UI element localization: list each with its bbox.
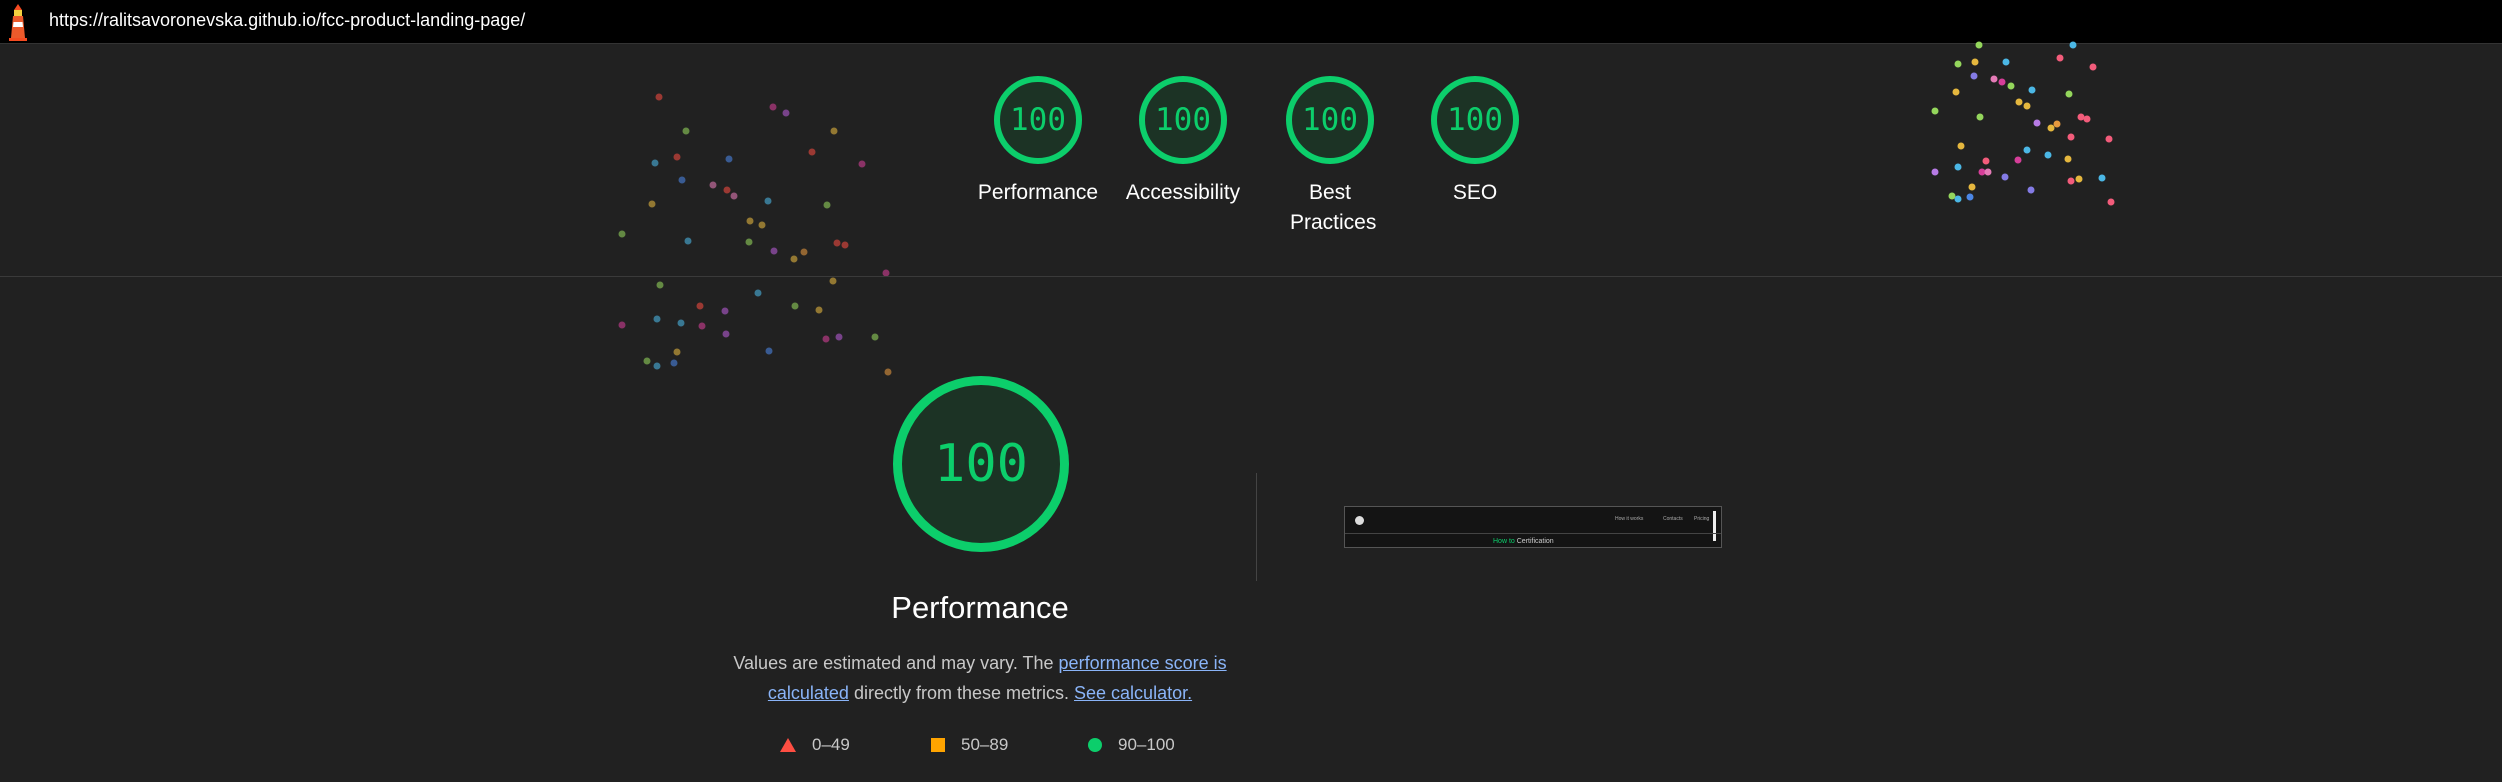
header-divider [0, 276, 2502, 277]
performance-score-gauge: 100 [893, 376, 1069, 552]
desc-text: directly from these metrics. [848, 683, 1075, 703]
legend-average: 50–89 [931, 735, 1008, 755]
gauge-label: Performance [977, 181, 1099, 204]
score-value: 100 [1302, 102, 1358, 138]
top-bar: https://ralitsavoronevska.github.io/fcc-… [0, 0, 2502, 44]
desc-text: Values are estimated and may vary. The [733, 653, 1059, 673]
thumb-scrollbar [1713, 511, 1716, 541]
score-ring: 100 [1286, 76, 1374, 164]
section-divider [1256, 473, 1257, 581]
site-logo-icon [1355, 516, 1364, 525]
confetti-decoration [618, 41, 2115, 376]
final-screenshot-thumbnail[interactable]: How it works Contacts Pricing How to Cer… [1344, 506, 1722, 548]
performance-score-value: 100 [934, 434, 1028, 494]
thumb-nav-item: Contacts [1663, 516, 1683, 522]
thumb-header-line [1345, 533, 1721, 534]
see-calculator-link[interactable]: See calculator. [1074, 683, 1192, 703]
legend-fail: 0–49 [780, 735, 850, 755]
page-url[interactable]: https://ralitsavoronevska.github.io/fcc-… [49, 10, 525, 31]
legend-range: 50–89 [961, 735, 1009, 754]
performance-description: Values are estimated and may vary. The p… [720, 648, 1240, 708]
thumb-nav-item: How it works [1615, 516, 1644, 522]
score-ring: 100 [1139, 76, 1227, 164]
lighthouse-icon [9, 4, 27, 41]
legend-pass: 90–100 [1088, 735, 1175, 755]
fail-triangle-icon [780, 738, 796, 752]
score-value: 100 [1010, 102, 1066, 138]
thumb-nav-item: Pricing [1694, 516, 1710, 522]
legend-range: 90–100 [1118, 735, 1175, 754]
score-ring: 100 [994, 76, 1082, 164]
gauge-label: SEO [1452, 181, 1498, 204]
thumb-heading-rest: Certification [1514, 538, 1554, 545]
score-value: 100 [1447, 102, 1503, 138]
gauge-label: Accessibility [1125, 181, 1241, 204]
score-value: 100 [1155, 102, 1211, 138]
gauge-label: Best Practices [1290, 181, 1377, 234]
pass-circle-icon [1088, 738, 1102, 752]
score-ring: 100 [1431, 76, 1519, 164]
average-square-icon [931, 738, 945, 752]
thumb-heading: How to Certification [1493, 538, 1554, 545]
performance-title: Performance [891, 590, 1069, 625]
thumb-heading-highlight: How to [1493, 538, 1515, 545]
legend-range: 0–49 [812, 735, 850, 754]
